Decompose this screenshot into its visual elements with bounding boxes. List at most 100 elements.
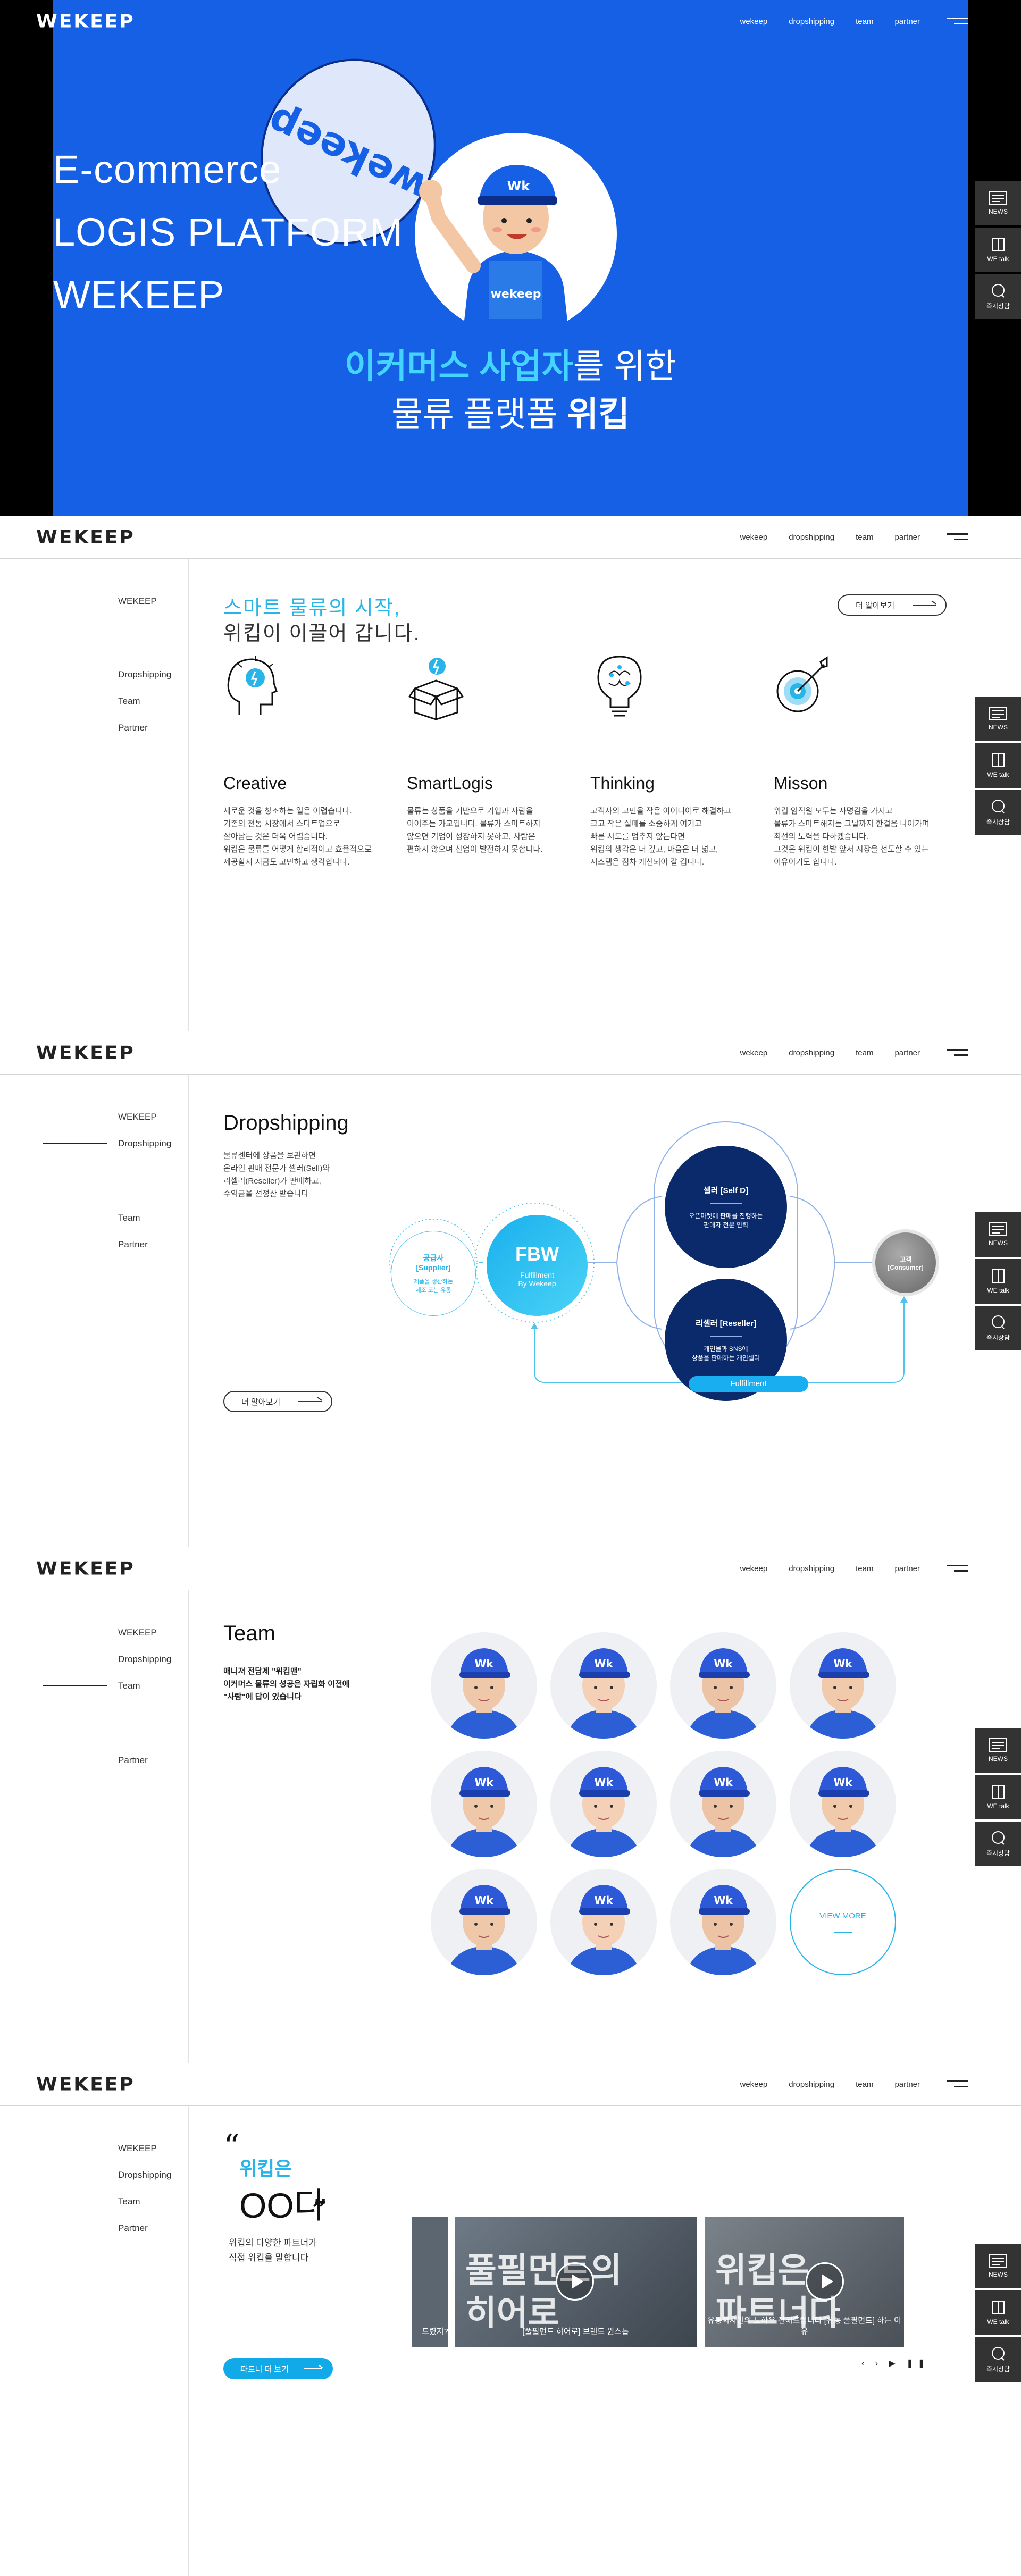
main-nav: wekeep dropshipping team partner [719, 1047, 968, 1058]
logo[interactable]: WEKEEP [36, 2074, 135, 2095]
news-button[interactable]: NEWS [975, 1728, 1021, 1773]
hero-section: WEKEEP wekeep dropshipping team partner … [0, 0, 1021, 516]
nav-partner[interactable]: partner [894, 533, 920, 542]
menu-icon[interactable] [947, 1047, 968, 1058]
menu-icon[interactable] [947, 1563, 968, 1574]
side-panel: WEKEEP Dropshipping Team Partner [0, 559, 189, 1031]
card-title: Misson [774, 774, 828, 793]
main-nav: wekeep dropshipping team partner [719, 2079, 968, 2090]
logo[interactable]: WEKEEP [36, 1043, 135, 1063]
nav-dropshipping[interactable]: dropshipping [789, 1048, 834, 1058]
side-nav-team[interactable]: Team [43, 1681, 171, 1755]
logo[interactable]: WEKEEP [36, 11, 135, 32]
floating-buttons: NEWS WE talk 즉시상담 [975, 1728, 1021, 1868]
nav-partner[interactable]: partner [894, 1048, 920, 1058]
nav-team[interactable]: team [856, 533, 873, 542]
side-nav-dropshipping[interactable]: Dropshipping [43, 2170, 171, 2196]
dropship-more-button[interactable]: 더 알아보기 [223, 1391, 332, 1412]
wetalk-button[interactable]: WE talk [975, 743, 1021, 788]
wetalk-button[interactable]: WE talk [975, 2290, 1021, 2335]
section-header: WEKEEP wekeep dropshipping team partner [0, 1031, 1021, 1074]
nav-team[interactable]: team [856, 2080, 873, 2089]
side-panel: WEKEEP Dropshipping Team Partner [0, 1590, 189, 2063]
consult-button[interactable]: 즉시상담 [975, 1822, 1021, 1866]
play-icon[interactable] [556, 2262, 594, 2301]
side-nav-wekeep[interactable]: WEKEEP [43, 2143, 171, 2170]
side-nav-wekeep[interactable]: WEKEEP [43, 596, 171, 669]
consult-button[interactable]: 즉시상담 [975, 274, 1021, 319]
nav-wekeep[interactable]: wekeep [740, 533, 768, 542]
news-button[interactable]: NEWS [975, 2244, 1021, 2288]
nav-wekeep[interactable]: wekeep [740, 1564, 768, 1573]
supplier-node: 공급사 [Supplier] 제품을 생산하는 제조 또는 유통 [391, 1231, 476, 1316]
hero-korean-line-1: 이커머스 사업자를 위한 [344, 347, 677, 385]
consult-button[interactable]: 즉시상담 [975, 2337, 1021, 2382]
side-nav-wekeep[interactable]: WEKEEP [43, 1627, 171, 1654]
dropshipping-section: WEKEEP wekeep dropshipping team partner … [0, 1031, 1021, 1547]
main-nav: wekeep dropshipping team partner [719, 532, 968, 542]
book-icon [992, 1785, 1005, 1799]
team-member-photo: Wk [550, 1632, 657, 1739]
intro-more-button[interactable]: 더 알아보기 [838, 594, 947, 616]
side-nav-dropshipping[interactable]: Dropshipping [43, 1654, 171, 1681]
nav-dropshipping[interactable]: dropshipping [789, 17, 834, 26]
hero-line-1: E-commerce [53, 147, 282, 191]
side-nav-team[interactable]: Team [43, 2196, 171, 2223]
side-nav-team[interactable]: Team [43, 1213, 171, 1239]
view-more-button[interactable]: VIEW MORE [790, 1869, 896, 1975]
cap-logo: Wk [474, 1776, 493, 1789]
book-icon [992, 1269, 1005, 1283]
wetalk-button[interactable]: WE talk [975, 228, 1021, 272]
team-member-photo: Wk [790, 1751, 896, 1857]
svg-text:Wk: Wk [507, 179, 530, 194]
fbw-node: FBW Fulfillment By Wekeep [487, 1215, 588, 1316]
nav-team[interactable]: team [856, 1048, 873, 1058]
chat-icon [992, 283, 1005, 298]
side-nav-partner[interactable]: Partner [43, 723, 171, 749]
video-card[interactable]: 풀필먼트의 히어로 [풀필먼트 히어로] 브랜드 원스톱 [455, 2217, 697, 2347]
news-button[interactable]: NEWS [975, 697, 1021, 741]
book-icon [992, 753, 1005, 767]
menu-icon[interactable] [947, 532, 968, 542]
hero-korean-line-2: 물류 플랫폼 위킵 [391, 395, 630, 433]
side-nav-partner[interactable]: Partner [43, 2223, 171, 2250]
side-nav-dropshipping[interactable]: Dropshipping [43, 1138, 171, 1213]
video-card[interactable]: 위킵은 파트너다 유통회사만의 노하우 전해드립니다 [유통 풀필먼트] 하는 … [705, 2217, 904, 2347]
nav-team[interactable]: team [856, 17, 873, 26]
nav-wekeep[interactable]: wekeep [740, 17, 768, 26]
partner-desc: 위킵의 다양한 파트너가 직접 위킵을 말합니다 [229, 2238, 317, 2263]
video-card[interactable]: 드렸지? [412, 2217, 448, 2347]
team-member-photo: Wk [431, 1632, 537, 1739]
chat-icon [992, 1315, 1005, 1329]
nav-dropshipping[interactable]: dropshipping [789, 1564, 834, 1573]
nav-dropshipping[interactable]: dropshipping [789, 2080, 834, 2089]
side-nav-dropshipping[interactable]: Dropshipping [43, 669, 171, 696]
nav-dropshipping[interactable]: dropshipping [789, 533, 834, 542]
news-button[interactable]: NEWS [975, 1212, 1021, 1257]
consult-button[interactable]: 즉시상담 [975, 1306, 1021, 1350]
side-nav-partner[interactable]: Partner [43, 1755, 171, 1782]
wetalk-button[interactable]: WE talk [975, 1775, 1021, 1819]
nav-wekeep[interactable]: wekeep [740, 2080, 768, 2089]
side-nav-wekeep[interactable]: WEKEEP [43, 1112, 171, 1138]
side-nav-partner[interactable]: Partner [43, 1239, 171, 1266]
cap-logo: Wk [594, 1657, 613, 1670]
nav-partner[interactable]: partner [894, 17, 920, 26]
logo[interactable]: WEKEEP [36, 527, 135, 548]
nav-partner[interactable]: partner [894, 1564, 920, 1573]
nav-wekeep[interactable]: wekeep [740, 1048, 768, 1058]
consult-button[interactable]: 즉시상담 [975, 790, 1021, 835]
logo[interactable]: WEKEEP [36, 1558, 135, 1579]
nav-partner[interactable]: partner [894, 2080, 920, 2089]
target-arrow-icon [776, 656, 828, 712]
slider-controls[interactable]: ‹ › ▶ ❚❚ [861, 2358, 929, 2369]
side-nav-team[interactable]: Team [43, 696, 171, 723]
nav-team[interactable]: team [856, 1564, 873, 1573]
team-member-photo: Wk [670, 1751, 776, 1857]
news-button[interactable]: NEWS [975, 181, 1021, 225]
play-icon[interactable] [806, 2262, 844, 2301]
wetalk-button[interactable]: WE talk [975, 1259, 1021, 1304]
menu-icon[interactable] [947, 2079, 968, 2090]
menu-icon[interactable] [947, 16, 968, 27]
partner-more-button[interactable]: 파트너 더 보기 [223, 2358, 333, 2379]
